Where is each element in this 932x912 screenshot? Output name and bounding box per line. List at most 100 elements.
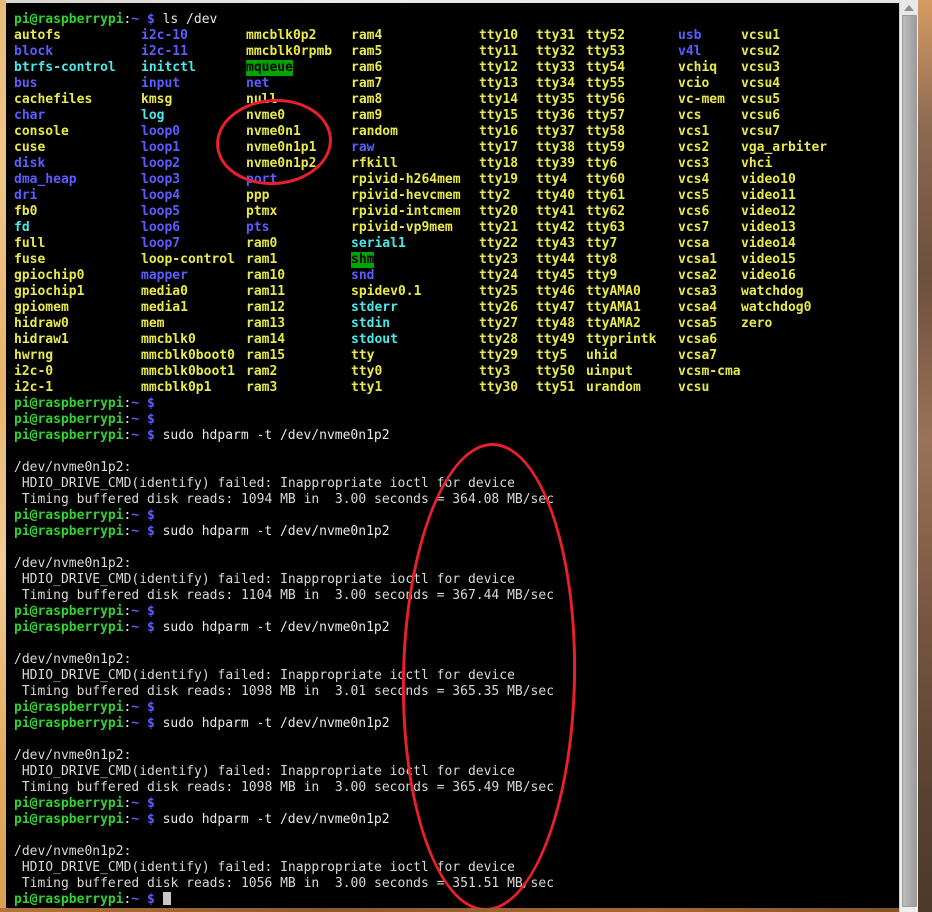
dev-entry-vga_arbiter: vga_arbiter [741,140,827,156]
dev-entry-tty29: tty29 [479,348,518,364]
prompt-space-21 [139,604,147,620]
prompt-user-host-12: pi@raspberrypi [14,620,124,636]
prompt-dollar-0: $ [147,12,155,28]
hdparm-error-2: HDIO_DRIVE_CMD(identify) failed: Inappro… [14,668,515,684]
dev-entry-tty45: tty45 [536,268,575,284]
terminal-window: pi@raspberrypi:~ $ls /devautofsblockbtrf… [0,0,932,912]
dev-entry-vcsm-cma: vcsm-cma [678,364,741,380]
dev-entry-video16: video16 [741,268,796,284]
dev-entry-tty30: tty30 [479,380,518,396]
prompt-path-22: ~ [131,700,139,716]
dev-entry-i2c-11: i2c-11 [141,44,188,60]
dev-entry-vcsa1: vcsa1 [678,252,717,268]
dev-entry-tty50: tty50 [536,364,575,380]
dev-entry-tty8: tty8 [586,252,617,268]
dev-entry-vcio: vcio [678,76,709,92]
dev-entry-vcs2: vcs2 [678,140,709,156]
dev-entry-tty5: tty5 [536,348,567,364]
hdparm-timing-0: Timing buffered disk reads: 1094 MB in 3… [14,492,554,508]
prompt-user-host-14: pi@raspberrypi [14,812,124,828]
dev-entry-mapper: mapper [141,268,188,284]
prompt-path-12: ~ [131,620,139,636]
dev-entry-loop-control: loop-control [141,252,235,268]
prompt-path-11: ~ [131,524,139,540]
prompt-space-0 [139,12,147,28]
dev-entry-tty42: tty42 [536,220,575,236]
dev-entry-tty54: tty54 [586,60,625,76]
dev-entry-vcsa7: vcsa7 [678,348,717,364]
prompt-dollar-20: $ [147,508,155,524]
prompt-space-99 [139,892,147,908]
hdparm-error-0: HDIO_DRIVE_CMD(identify) failed: Inappro… [14,476,515,492]
hdparm-timing-1: Timing buffered disk reads: 1104 MB in 3… [14,588,554,604]
dev-entry-cuse: cuse [14,140,45,156]
dev-entry-ram11: ram11 [246,284,285,300]
prompt-user-host-99: pi@raspberrypi [14,892,124,908]
dev-entry-tty32: tty32 [536,44,575,60]
prompt-space-13 [139,716,147,732]
dev-entry-tty61: tty61 [586,188,625,204]
dev-entry-nvme0: nvme0 [246,108,285,124]
dev-entry-mmcblk0boot1: mmcblk0boot1 [141,364,235,380]
dev-entry-ptmx: ptmx [246,204,277,220]
dev-entry-video10: video10 [741,172,796,188]
prompt-path-21: ~ [131,604,139,620]
prompt-space-20 [139,508,147,524]
dev-entry-ram9: ram9 [351,108,382,124]
dev-entry-vcs1: vcs1 [678,124,709,140]
dev-entry-stderr: stderr [351,300,398,316]
dev-entry-vcsa6: vcsa6 [678,332,717,348]
scrollbar-thumb[interactable] [902,15,917,907]
dev-entry-tty51: tty51 [536,380,575,396]
terminal-screen[interactable]: pi@raspberrypi:~ $ls /devautofsblockbtrf… [6,3,900,908]
dev-entry-loop0: loop0 [141,124,180,140]
dev-entry-ram2: ram2 [246,364,277,380]
dev-entry-tty14: tty14 [479,92,518,108]
prompt-dollar-11: $ [147,524,155,540]
prompt-dollar-13: $ [147,716,155,732]
dev-entry-vcsu4: vcsu4 [741,76,780,92]
dev-entry-vcsu2: vcsu2 [741,44,780,60]
prompt-space-1 [139,396,147,412]
dev-entry-mmcblk0boot0: mmcblk0boot0 [141,348,235,364]
dev-entry-v4l: v4l [678,44,701,60]
dev-entry-video15: video15 [741,252,796,268]
dev-entry-vcs4: vcs4 [678,172,709,188]
dev-entry-console: console [14,124,69,140]
prompt-user-host-10: pi@raspberrypi [14,428,124,444]
dev-entry-loop4: loop4 [141,188,180,204]
dev-entry-ram10: ram10 [246,268,285,284]
dev-entry-tty25: tty25 [479,284,518,300]
dev-entry-ram13: ram13 [246,316,285,332]
scroll-up-button[interactable] [900,0,918,15]
dev-entry-shm: shm [351,252,374,268]
dev-entry-pts: pts [246,220,269,236]
dev-entry-tty15: tty15 [479,108,518,124]
dev-entry-log: log [141,108,164,124]
dev-entry-ram7: ram7 [351,76,382,92]
dev-entry-tty33: tty33 [536,60,575,76]
dev-entry-hwrng: hwrng [14,348,53,364]
dev-entry-tty62: tty62 [586,204,625,220]
dev-entry-bus: bus [14,76,37,92]
dev-entry-ram3: ram3 [246,380,277,396]
dev-entry-tty34: tty34 [536,76,575,92]
dev-entry-tty41: tty41 [536,204,575,220]
command-hdparm-2: sudo hdparm -t /dev/nvme0n1p2 [163,620,390,636]
dev-entry-char: char [14,108,45,124]
prompt-colon-23: : [123,796,131,812]
dev-entry-vcsu3: vcsu3 [741,60,780,76]
dev-entry-vcs6: vcs6 [678,204,709,220]
vertical-scrollbar[interactable] [899,0,918,912]
prompt-user-host-20: pi@raspberrypi [14,508,124,524]
dev-entry-tty37: tty37 [536,124,575,140]
dev-entry-tty: tty [351,348,374,364]
dev-entry-video12: video12 [741,204,796,220]
prompt-path-23: ~ [131,796,139,812]
hdparm-timing-3: Timing buffered disk reads: 1098 MB in 3… [14,780,554,796]
dev-entry-block: block [14,44,53,60]
prompt-user-host-22: pi@raspberrypi [14,700,124,716]
hdparm-device-4: /dev/nvme0n1p2: [14,844,131,860]
dev-entry-tty11: tty11 [479,44,518,60]
dev-entry-tty46: tty46 [536,284,575,300]
